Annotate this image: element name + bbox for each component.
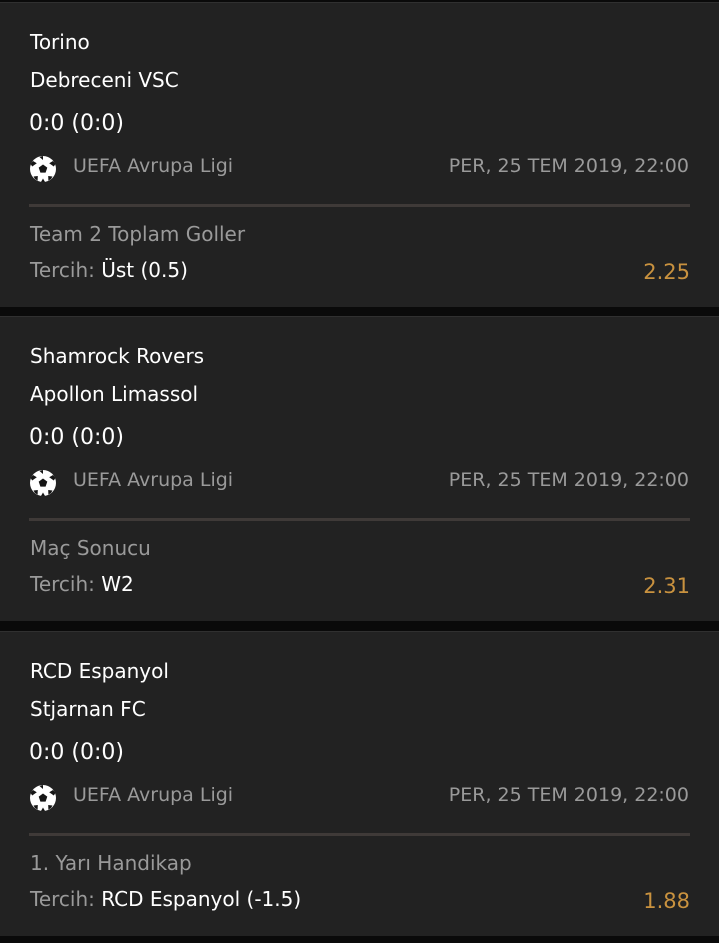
team-2-name: Stjarnan FC	[30, 697, 146, 721]
match-datetime: PER, 25 TEM 2019, 22:00	[448, 784, 689, 806]
team-1-name: Shamrock Rovers	[30, 344, 205, 368]
odds-value: 2.31	[643, 574, 690, 598]
pick-line: Tercih: RCD Espanyol (-1.5)	[30, 887, 301, 911]
pick-label: Tercih:	[30, 258, 95, 282]
pick-value: Üst (0.5)	[101, 258, 188, 282]
pick-line: Tercih: Üst (0.5)	[30, 258, 188, 282]
divider	[29, 518, 690, 521]
divider	[29, 204, 690, 207]
league-name: UEFA Avrupa Ligi	[73, 784, 234, 806]
league-name: UEFA Avrupa Ligi	[73, 469, 234, 491]
pick-value: RCD Espanyol (-1.5)	[101, 887, 302, 911]
divider	[29, 833, 690, 836]
soccer-ball-icon	[30, 156, 56, 182]
pick-label: Tercih:	[30, 887, 95, 911]
pick-line: Tercih: W2	[30, 572, 134, 596]
bet-card[interactable]: Torino Debreceni VSC 0:0 (0:0) UEFA Avru…	[0, 2, 719, 307]
market-name: Team 2 Toplam Goller	[30, 222, 246, 246]
pick-value: W2	[101, 572, 134, 596]
match-datetime: PER, 25 TEM 2019, 22:00	[448, 469, 689, 491]
bet-list: Torino Debreceni VSC 0:0 (0:0) UEFA Avru…	[0, 0, 719, 943]
bet-card[interactable]: RCD Espanyol Stjarnan FC 0:0 (0:0) UEFA …	[0, 631, 719, 936]
bet-card[interactable]: Shamrock Rovers Apollon Limassol 0:0 (0:…	[0, 316, 719, 621]
pick-label: Tercih:	[30, 572, 95, 596]
match-score: 0:0 (0:0)	[29, 425, 124, 450]
team-1-name: RCD Espanyol	[30, 659, 169, 683]
soccer-ball-icon	[30, 785, 56, 811]
team-2-name: Debreceni VSC	[30, 68, 179, 92]
team-1-name: Torino	[30, 30, 90, 54]
odds-value: 1.88	[643, 889, 690, 913]
team-2-name: Apollon Limassol	[30, 382, 199, 406]
odds-value: 2.25	[643, 260, 690, 284]
league-name: UEFA Avrupa Ligi	[73, 155, 234, 177]
soccer-ball-icon	[30, 470, 56, 496]
match-score: 0:0 (0:0)	[29, 740, 124, 765]
market-name: 1. Yarı Handikap	[30, 851, 192, 875]
match-datetime: PER, 25 TEM 2019, 22:00	[448, 155, 689, 177]
match-score: 0:0 (0:0)	[29, 111, 124, 136]
market-name: Maç Sonucu	[30, 536, 151, 560]
